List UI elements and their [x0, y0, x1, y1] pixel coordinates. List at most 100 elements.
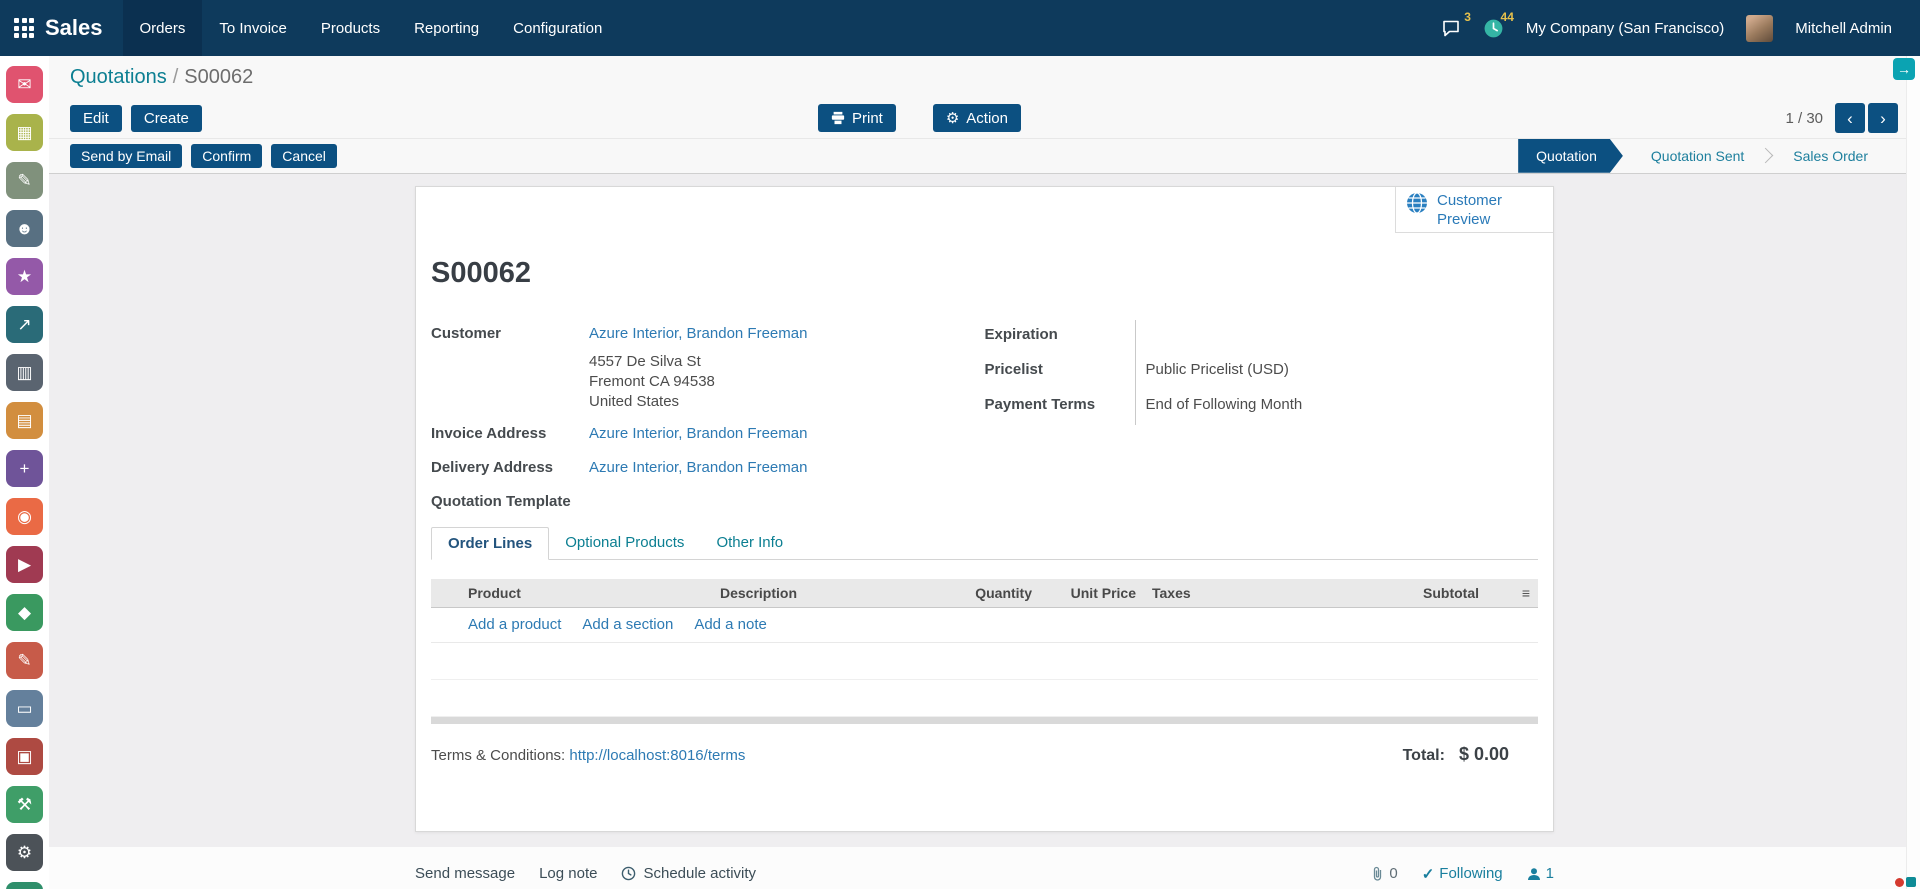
following-button[interactable]: ✓ Following	[1422, 865, 1503, 883]
pager-previous-button[interactable]: ‹	[1835, 103, 1865, 133]
print-button[interactable]: Print	[818, 104, 896, 132]
pager-next-button[interactable]: ›	[1868, 103, 1898, 133]
list-footer-divider	[431, 717, 1538, 724]
add-a-note-link[interactable]: Add a note	[694, 616, 767, 633]
column-quantity[interactable]: Quantity	[948, 579, 1040, 607]
breadcrumb-separator: /	[173, 66, 179, 88]
stage-quotation[interactable]: Quotation	[1518, 139, 1623, 173]
customer-link[interactable]: Azure Interior, Brandon Freeman	[589, 325, 807, 342]
apps-menu-icon[interactable]	[14, 18, 34, 38]
menu-configuration[interactable]: Configuration	[496, 0, 619, 56]
breadcrumb-quotations[interactable]: Quotations	[70, 66, 167, 88]
printer-icon	[831, 111, 845, 125]
app-icon-repair[interactable]: ⚒	[6, 786, 43, 823]
column-taxes[interactable]: Taxes	[1144, 579, 1395, 607]
breadcrumb-current: S00062	[184, 66, 253, 88]
row-actions: Add a product Add a section Add a note	[431, 608, 1538, 643]
add-a-section-link[interactable]: Add a section	[582, 616, 673, 633]
total-value: $ 0.00	[1459, 744, 1509, 765]
person-icon	[1527, 867, 1541, 881]
app-name[interactable]: Sales	[45, 15, 103, 41]
paperclip-icon	[1371, 866, 1384, 882]
send-message-button[interactable]: Send message	[415, 865, 515, 882]
app-icon-crm[interactable]: ★	[6, 258, 43, 295]
form-area: Customer Preview S00062 Customer Azure I…	[49, 174, 1920, 847]
app-icon-elearning[interactable]: ▭	[6, 690, 43, 727]
schedule-activity-button[interactable]: Schedule activity	[621, 865, 756, 882]
edit-button[interactable]: Edit	[70, 105, 122, 132]
app-icon-maintenance[interactable]: ⚙	[6, 834, 43, 871]
scrollbar-rail[interactable]	[1906, 56, 1920, 889]
systray: 3 44 My Company (San Francisco) Mitchell…	[1441, 15, 1892, 42]
pager-value: 1 / 30	[1785, 110, 1823, 127]
invoice-address-label: Invoice Address	[431, 420, 589, 447]
app-icon-inventory[interactable]: ▣	[6, 738, 43, 775]
app-icon-email-marketing[interactable]: ▶	[6, 546, 43, 583]
chatter: Send message Log note Schedule activity …	[49, 847, 1920, 889]
column-unit-price[interactable]: Unit Price	[1040, 579, 1144, 607]
breadcrumb: Quotations /S00062	[49, 56, 1920, 98]
empty-list-row	[431, 680, 1538, 717]
left-field-group: Customer Azure Interior, Brandon Freeman…	[431, 320, 985, 522]
confirm-button[interactable]: Confirm	[191, 144, 262, 168]
app-icon-more[interactable]: ●	[6, 882, 43, 889]
quotation-sheet: Customer Preview S00062 Customer Azure I…	[415, 186, 1554, 832]
send-by-email-button[interactable]: Send by Email	[70, 144, 182, 168]
stage-quotation-sent[interactable]: Quotation Sent	[1627, 139, 1768, 173]
add-a-product-link[interactable]: Add a product	[468, 616, 561, 633]
customer-label: Customer	[431, 320, 589, 347]
menu-orders[interactable]: Orders	[123, 0, 203, 56]
cancel-button[interactable]: Cancel	[271, 144, 337, 168]
menu-reporting[interactable]: Reporting	[397, 0, 496, 56]
create-button[interactable]: Create	[131, 105, 202, 132]
action-button[interactable]: ⚙ Action	[933, 104, 1021, 132]
app-icon-sign[interactable]: ✎	[6, 642, 43, 679]
app-icon-apps-store[interactable]: +	[6, 450, 43, 487]
activities-button[interactable]: 44	[1483, 18, 1504, 39]
control-buttons-row: Edit Create Print ⚙ Action 1 / 30 ‹ ›	[49, 98, 1920, 138]
app-icon-invoicing[interactable]: ▤	[6, 402, 43, 439]
statusbar: Send by Email Confirm Cancel Quotation Q…	[49, 138, 1920, 174]
app-icon-dashboards[interactable]: ▥	[6, 354, 43, 391]
corner-arrow-icon[interactable]: →	[1893, 58, 1915, 80]
column-description[interactable]: Description	[712, 579, 948, 607]
main-menu: Orders To Invoice Products Reporting Con…	[123, 0, 620, 56]
messages-button[interactable]: 3	[1441, 18, 1461, 38]
app-icon-contacts[interactable]: ☻	[6, 210, 43, 247]
tab-optional-products[interactable]: Optional Products	[549, 527, 700, 559]
followers-button[interactable]: 1	[1527, 865, 1554, 882]
activities-badge: 44	[1501, 10, 1514, 24]
app-icon-calendar[interactable]: ▦	[6, 114, 43, 151]
top-navbar: Sales Orders To Invoice Products Reporti…	[0, 0, 1920, 56]
company-switcher[interactable]: My Company (San Francisco)	[1526, 20, 1724, 37]
pricelist-label: Pricelist	[985, 355, 1135, 390]
column-subtotal[interactable]: Subtotal	[1395, 579, 1487, 607]
sheet-footer: Terms & Conditions: http://localhost:801…	[431, 744, 1538, 765]
terms-link[interactable]: http://localhost:8016/terms	[569, 747, 745, 764]
menu-to-invoice[interactable]: To Invoice	[202, 0, 304, 56]
list-options-icon[interactable]: ≡	[1487, 579, 1538, 607]
app-icon-discuss[interactable]: ✉	[6, 66, 43, 103]
expiration-value	[1135, 320, 1539, 355]
delivery-address-link[interactable]: Azure Interior, Brandon Freeman	[589, 459, 807, 476]
tab-other-info[interactable]: Other Info	[700, 527, 799, 559]
gear-icon: ⚙	[946, 109, 959, 127]
attachments-button[interactable]: 0	[1371, 865, 1397, 882]
payment-terms-value: End of Following Month	[1135, 390, 1539, 425]
avatar[interactable]	[1746, 15, 1773, 42]
column-product[interactable]: Product	[460, 579, 712, 607]
globe-icon	[1406, 192, 1428, 214]
user-menu[interactable]: Mitchell Admin	[1795, 20, 1892, 37]
menu-products[interactable]: Products	[304, 0, 397, 56]
app-icon-sales[interactable]: ↗	[6, 306, 43, 343]
stage-sales-order[interactable]: Sales Order	[1769, 139, 1892, 173]
customer-preview-button[interactable]: Customer Preview	[1395, 187, 1553, 233]
tab-order-lines[interactable]: Order Lines	[431, 527, 549, 560]
app-icon-website[interactable]: ◉	[6, 498, 43, 535]
delivery-address-label: Delivery Address	[431, 454, 589, 481]
log-note-button[interactable]: Log note	[539, 865, 597, 882]
invoice-address-link[interactable]: Azure Interior, Brandon Freeman	[589, 425, 807, 442]
followers-count: 1	[1546, 865, 1554, 882]
app-icon-coupons[interactable]: ◆	[6, 594, 43, 631]
app-icon-notes[interactable]: ✎	[6, 162, 43, 199]
